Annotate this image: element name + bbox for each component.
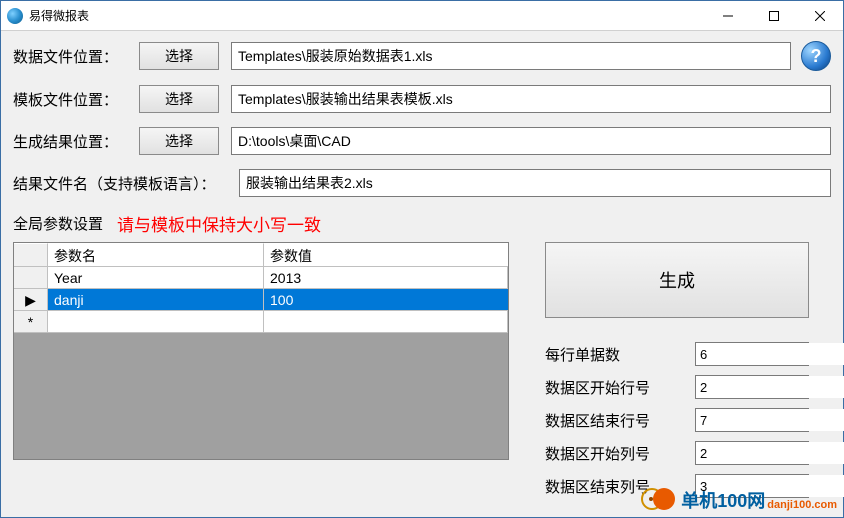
output-name-input[interactable]: [239, 169, 831, 197]
data-file-label: 数据文件位置：: [13, 46, 139, 67]
row-marker: [14, 267, 48, 289]
app-icon: [7, 8, 23, 24]
cell-value[interactable]: 2013: [264, 267, 508, 289]
minimize-button[interactable]: [705, 1, 751, 31]
param-label: 数据区结束行号: [545, 410, 695, 431]
param-row: 数据区开始行号 ▲▼: [545, 375, 831, 399]
watermark-logo-icon: [641, 488, 677, 512]
content-area: 数据文件位置： 选择 ? 模板文件位置： 选择 生成结果位置： 选择 结果文件名…: [1, 31, 843, 517]
lower-area: 参数名 参数值 Year 2013 ▶ danji 100 *: [13, 242, 831, 507]
output-path-row: 生成结果位置： 选择: [13, 127, 831, 155]
watermark-url: danji100.com: [767, 499, 837, 511]
data-file-input[interactable]: [231, 42, 791, 70]
cell-name[interactable]: danji: [48, 289, 264, 311]
table-row[interactable]: ▶ danji 100: [14, 289, 508, 311]
output-path-choose-button[interactable]: 选择: [139, 127, 219, 155]
param-row: 每行单据数 ▲▼: [545, 342, 831, 366]
param-label: 每行单据数: [545, 344, 695, 365]
window-title: 易得微报表: [29, 7, 89, 24]
col-header-value[interactable]: 参数值: [264, 243, 508, 267]
param-row: 数据区结束行号 ▲▼: [545, 408, 831, 432]
global-param-header: 全局参数设置 请与模板中保持大小写一致: [13, 211, 831, 236]
param-label: 数据区开始行号: [545, 377, 695, 398]
template-file-label: 模板文件位置：: [13, 89, 139, 110]
titlebar: 易得微报表: [1, 1, 843, 31]
end-row-input[interactable]: [696, 409, 844, 431]
right-column: 生成 每行单据数 ▲▼ 数据区开始行号 ▲▼ 数据区结束行号: [509, 242, 831, 507]
data-file-choose-button[interactable]: 选择: [139, 42, 219, 70]
end-row-spinner[interactable]: ▲▼: [695, 408, 809, 432]
watermark: 单机100网 danji100.com: [641, 487, 837, 513]
start-col-input[interactable]: [696, 442, 844, 464]
cell-value[interactable]: [264, 311, 508, 333]
start-col-spinner[interactable]: ▲▼: [695, 441, 809, 465]
case-warning: 请与模板中保持大小写一致: [117, 211, 321, 236]
cell-name[interactable]: Year: [48, 267, 264, 289]
global-param-label: 全局参数设置: [13, 213, 103, 234]
row-header-corner: [14, 243, 48, 267]
help-button[interactable]: ?: [801, 41, 831, 71]
output-path-label: 生成结果位置：: [13, 131, 139, 152]
maximize-button[interactable]: [751, 1, 797, 31]
table-row[interactable]: *: [14, 311, 508, 333]
start-row-input[interactable]: [696, 376, 844, 398]
app-window: 易得微报表 数据文件位置： 选择 ? 模板文件位置： 选择 生成结果位置： 选择…: [0, 0, 844, 518]
watermark-text: 单机100网: [681, 487, 765, 513]
col-header-name[interactable]: 参数名: [48, 243, 264, 267]
template-file-input[interactable]: [231, 85, 831, 113]
template-file-row: 模板文件位置： 选择: [13, 85, 831, 113]
cell-name[interactable]: [48, 311, 264, 333]
start-row-spinner[interactable]: ▲▼: [695, 375, 809, 399]
param-table[interactable]: 参数名 参数值 Year 2013 ▶ danji 100 *: [13, 242, 509, 460]
row-marker: ▶: [14, 289, 48, 311]
docs-per-row-input[interactable]: [696, 343, 844, 365]
output-path-input[interactable]: [231, 127, 831, 155]
param-row: 数据区开始列号 ▲▼: [545, 441, 831, 465]
output-name-label: 结果文件名（支持模板语言）：: [13, 173, 239, 194]
data-file-row: 数据文件位置： 选择 ?: [13, 41, 831, 71]
output-name-row: 结果文件名（支持模板语言）：: [13, 169, 831, 197]
cell-value[interactable]: 100: [264, 289, 508, 311]
generate-button[interactable]: 生成: [545, 242, 809, 318]
row-marker: *: [14, 311, 48, 333]
param-label: 数据区开始列号: [545, 443, 695, 464]
table-header-row: 参数名 参数值: [14, 243, 508, 267]
docs-per-row-spinner[interactable]: ▲▼: [695, 342, 809, 366]
close-button[interactable]: [797, 1, 843, 31]
template-file-choose-button[interactable]: 选择: [139, 85, 219, 113]
table-row[interactable]: Year 2013: [14, 267, 508, 289]
